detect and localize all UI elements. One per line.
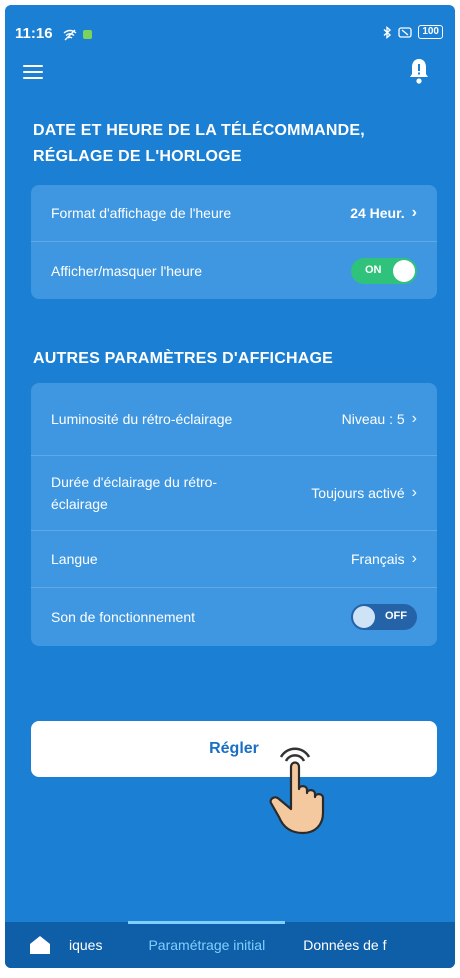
show-time-toggle[interactable]: ON xyxy=(351,257,417,284)
bell-icon[interactable] xyxy=(407,57,431,85)
tab-data[interactable]: Données de f xyxy=(303,922,386,968)
toggle-knob xyxy=(393,259,415,282)
duration-value: Toujours activé xyxy=(311,485,405,501)
battery-level: 100 xyxy=(418,25,443,39)
home-tab[interactable] xyxy=(25,922,55,968)
chevron-right-icon: › xyxy=(411,484,417,501)
brightness-value: Niveau : 5 xyxy=(341,411,405,427)
row-show-time: Afficher/masquer l'heure ON xyxy=(31,242,437,299)
menu-icon[interactable] xyxy=(23,65,43,79)
toggle-knob xyxy=(353,606,375,628)
row-value: Français › xyxy=(351,550,417,568)
status-right: 100 xyxy=(383,25,443,39)
notification-icons xyxy=(63,26,92,41)
row-value: 24 Heur. › xyxy=(350,204,417,222)
row-backlight-duration[interactable]: Durée d'éclairage du rétro-éclairage Tou… xyxy=(31,456,437,531)
bottom-tab-bar: iques Paramétrage initial Données de f xyxy=(5,920,455,969)
chevron-right-icon: › xyxy=(411,550,417,567)
row-label: Langue xyxy=(51,551,98,567)
row-label: Durée d'éclairage du rétro-éclairage xyxy=(51,474,218,512)
operation-sound-toggle[interactable]: OFF xyxy=(351,604,417,630)
row-label: Luminosité du rétro-éclairage xyxy=(51,411,233,427)
status-time: 11:16 xyxy=(15,25,53,42)
row-label: Afficher/masquer l'heure xyxy=(51,262,203,279)
row-operation-sound: Son de fonctionnement OFF xyxy=(31,588,437,646)
chevron-right-icon: › xyxy=(411,410,417,427)
bluetooth-icon xyxy=(383,25,392,39)
section-title-display: AUTRES PARAMÈTRES D'AFFICHAGE xyxy=(33,350,333,367)
section-title-clock: DATE ET HEURE DE LA TÉLÉCOMMANDE, RÉGLAG… xyxy=(33,122,365,165)
app-notification-icon xyxy=(83,30,92,40)
toggle-state: OFF xyxy=(385,610,407,622)
chevron-right-icon: › xyxy=(411,204,417,221)
app-screen: 11:16 100 DATE ET HEURE DE LA TÉLÉCOMMAN… xyxy=(5,5,455,968)
hand-pointer-icon xyxy=(269,747,325,835)
tab-initial-setup[interactable]: Paramétrage initial xyxy=(128,920,286,969)
status-bar: 11:16 100 xyxy=(5,5,455,45)
toggle-state: ON xyxy=(365,263,382,276)
home-icon xyxy=(30,936,50,954)
row-label: Format d'affichage de l'heure xyxy=(51,205,232,221)
display-settings-card: Luminosité du rétro-éclairage Niveau : 5… xyxy=(31,383,437,646)
wifi-off-icon xyxy=(63,29,77,41)
row-label: Son de fonctionnement xyxy=(51,609,195,625)
row-value: Niveau : 5 › xyxy=(342,410,417,428)
row-time-format[interactable]: Format d'affichage de l'heure 24 Heur. › xyxy=(31,185,437,242)
row-backlight-brightness[interactable]: Luminosité du rétro-éclairage Niveau : 5… xyxy=(31,383,437,456)
apply-button[interactable]: Régler xyxy=(31,721,437,777)
clock-settings-card: Format d'affichage de l'heure 24 Heur. ›… xyxy=(31,185,437,299)
tab-statistics[interactable]: iques xyxy=(69,922,102,968)
time-format-value: 24 Heur. xyxy=(350,205,405,221)
language-value: Français xyxy=(350,551,405,567)
nfc-icon xyxy=(398,26,412,38)
row-value: Toujours activé › xyxy=(311,484,417,502)
row-language[interactable]: Langue Français › xyxy=(31,531,437,588)
